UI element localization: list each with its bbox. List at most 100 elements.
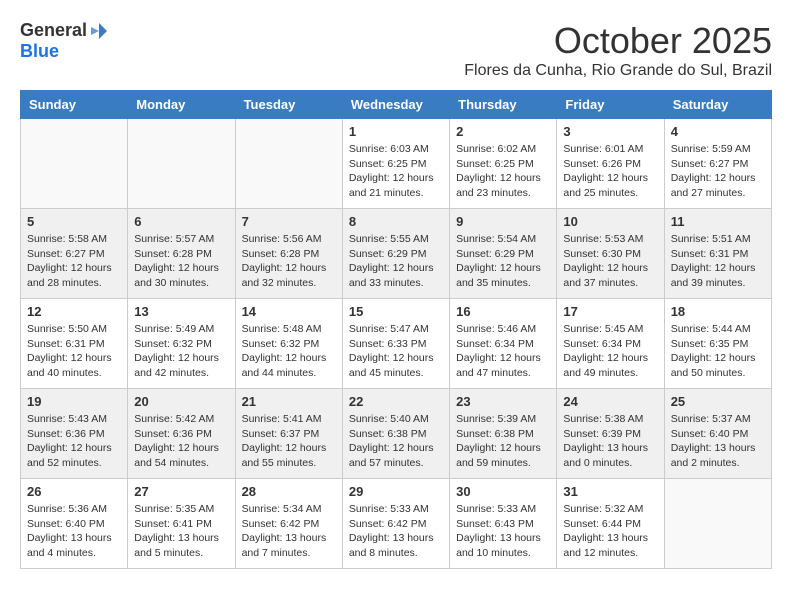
day-number: 18 [671,304,765,319]
day-info: Sunrise: 5:34 AM Sunset: 6:42 PM Dayligh… [242,502,336,561]
weekday-header-saturday: Saturday [664,91,771,119]
day-info: Sunrise: 5:43 AM Sunset: 6:36 PM Dayligh… [27,412,121,471]
day-number: 14 [242,304,336,319]
title-section: October 2025 Flores da Cunha, Rio Grande… [464,20,772,80]
day-number: 12 [27,304,121,319]
day-number: 27 [134,484,228,499]
day-info: Sunrise: 5:48 AM Sunset: 6:32 PM Dayligh… [242,322,336,381]
day-info: Sunrise: 5:57 AM Sunset: 6:28 PM Dayligh… [134,232,228,291]
month-title: October 2025 [464,20,772,62]
day-info: Sunrise: 5:49 AM Sunset: 6:32 PM Dayligh… [134,322,228,381]
day-info: Sunrise: 5:55 AM Sunset: 6:29 PM Dayligh… [349,232,443,291]
day-info: Sunrise: 5:33 AM Sunset: 6:43 PM Dayligh… [456,502,550,561]
day-info: Sunrise: 5:33 AM Sunset: 6:42 PM Dayligh… [349,502,443,561]
calendar-day-cell: 14 Sunrise: 5:48 AM Sunset: 6:32 PM Dayli… [235,299,342,389]
day-info: Sunrise: 5:37 AM Sunset: 6:40 PM Dayligh… [671,412,765,471]
day-number: 23 [456,394,550,409]
day-number: 9 [456,214,550,229]
weekday-header-row: SundayMondayTuesdayWednesdayThursdayFrid… [21,91,772,119]
day-info: Sunrise: 5:35 AM Sunset: 6:41 PM Dayligh… [134,502,228,561]
day-info: Sunrise: 6:01 AM Sunset: 6:26 PM Dayligh… [563,142,657,201]
calendar-day-cell: 17 Sunrise: 5:45 AM Sunset: 6:34 PM Dayli… [557,299,664,389]
day-number: 5 [27,214,121,229]
calendar-day-cell: 1 Sunrise: 6:03 AM Sunset: 6:25 PM Daylig… [342,119,449,209]
day-info: Sunrise: 5:41 AM Sunset: 6:37 PM Dayligh… [242,412,336,471]
calendar-day-cell: 23 Sunrise: 5:39 AM Sunset: 6:38 PM Dayli… [450,389,557,479]
logo: General Blue [20,20,109,62]
day-info: Sunrise: 5:51 AM Sunset: 6:31 PM Dayligh… [671,232,765,291]
calendar-day-cell: 26 Sunrise: 5:36 AM Sunset: 6:40 PM Dayli… [21,479,128,569]
calendar-day-cell: 5 Sunrise: 5:58 AM Sunset: 6:27 PM Daylig… [21,209,128,299]
day-info: Sunrise: 5:47 AM Sunset: 6:33 PM Dayligh… [349,322,443,381]
day-number: 31 [563,484,657,499]
calendar-week-row: 19 Sunrise: 5:43 AM Sunset: 6:36 PM Dayli… [21,389,772,479]
calendar-day-cell: 11 Sunrise: 5:51 AM Sunset: 6:31 PM Dayli… [664,209,771,299]
day-number: 25 [671,394,765,409]
calendar-day-cell [128,119,235,209]
day-number: 7 [242,214,336,229]
day-info: Sunrise: 6:03 AM Sunset: 6:25 PM Dayligh… [349,142,443,201]
calendar-day-cell: 24 Sunrise: 5:38 AM Sunset: 6:39 PM Dayli… [557,389,664,479]
day-number: 11 [671,214,765,229]
day-info: Sunrise: 5:59 AM Sunset: 6:27 PM Dayligh… [671,142,765,201]
calendar-day-cell: 13Sunrise: 5:49 AM Sunset: 6:32 PM Dayli… [128,299,235,389]
calendar-day-cell: 7 Sunrise: 5:56 AM Sunset: 6:28 PM Daylig… [235,209,342,299]
day-info: Sunrise: 6:02 AM Sunset: 6:25 PM Dayligh… [456,142,550,201]
logo-general-text: General [20,20,87,41]
weekday-header-wednesday: Wednesday [342,91,449,119]
day-info: Sunrise: 5:39 AM Sunset: 6:38 PM Dayligh… [456,412,550,471]
calendar-week-row: 5 Sunrise: 5:58 AM Sunset: 6:27 PM Daylig… [21,209,772,299]
calendar-day-cell: 20Sunrise: 5:42 AM Sunset: 6:36 PM Dayli… [128,389,235,479]
calendar-day-cell: 27 Sunrise: 5:35 AM Sunset: 6:41 PM Dayli… [128,479,235,569]
day-info: Sunrise: 5:42 AM Sunset: 6:36 PM Dayligh… [134,412,228,471]
calendar-day-cell [21,119,128,209]
day-number: 29 [349,484,443,499]
calendar-day-cell: 22Sunrise: 5:40 AM Sunset: 6:38 PM Dayli… [342,389,449,479]
day-info: Sunrise: 5:50 AM Sunset: 6:31 PM Dayligh… [27,322,121,381]
day-info: Sunrise: 5:56 AM Sunset: 6:28 PM Dayligh… [242,232,336,291]
calendar-day-cell: 10 Sunrise: 5:53 AM Sunset: 6:30 PM Dayli… [557,209,664,299]
calendar-day-cell: 6 Sunrise: 5:57 AM Sunset: 6:28 PM Daylig… [128,209,235,299]
calendar-day-cell: 9Sunrise: 5:54 AM Sunset: 6:29 PM Daylig… [450,209,557,299]
day-number: 2 [456,124,550,139]
calendar-day-cell: 12 Sunrise: 5:50 AM Sunset: 6:31 PM Dayli… [21,299,128,389]
page-header: General Blue October 2025 Flores da Cunh… [20,20,772,80]
calendar-week-row: 12 Sunrise: 5:50 AM Sunset: 6:31 PM Dayli… [21,299,772,389]
weekday-header-sunday: Sunday [21,91,128,119]
day-number: 26 [27,484,121,499]
day-number: 17 [563,304,657,319]
calendar-week-row: 26 Sunrise: 5:36 AM Sunset: 6:40 PM Dayli… [21,479,772,569]
calendar-day-cell: 8 Sunrise: 5:55 AM Sunset: 6:29 PM Daylig… [342,209,449,299]
day-number: 8 [349,214,443,229]
day-info: Sunrise: 5:38 AM Sunset: 6:39 PM Dayligh… [563,412,657,471]
day-number: 6 [134,214,228,229]
day-info: Sunrise: 5:36 AM Sunset: 6:40 PM Dayligh… [27,502,121,561]
calendar-table: SundayMondayTuesdayWednesdayThursdayFrid… [20,90,772,569]
day-number: 4 [671,124,765,139]
day-number: 24 [563,394,657,409]
day-info: Sunrise: 5:46 AM Sunset: 6:34 PM Dayligh… [456,322,550,381]
logo-icon [89,21,109,41]
day-number: 3 [563,124,657,139]
calendar-week-row: 1 Sunrise: 6:03 AM Sunset: 6:25 PM Daylig… [21,119,772,209]
day-number: 30 [456,484,550,499]
day-number: 21 [242,394,336,409]
day-info: Sunrise: 5:58 AM Sunset: 6:27 PM Dayligh… [27,232,121,291]
location-text: Flores da Cunha, Rio Grande do Sul, Braz… [464,62,772,80]
day-number: 15 [349,304,443,319]
day-number: 19 [27,394,121,409]
calendar-day-cell: 16Sunrise: 5:46 AM Sunset: 6:34 PM Dayli… [450,299,557,389]
day-info: Sunrise: 5:45 AM Sunset: 6:34 PM Dayligh… [563,322,657,381]
calendar-day-cell: 25 Sunrise: 5:37 AM Sunset: 6:40 PM Dayli… [664,389,771,479]
calendar-day-cell: 28Sunrise: 5:34 AM Sunset: 6:42 PM Dayli… [235,479,342,569]
calendar-day-cell: 15 Sunrise: 5:47 AM Sunset: 6:33 PM Dayli… [342,299,449,389]
day-number: 10 [563,214,657,229]
calendar-day-cell: 18Sunrise: 5:44 AM Sunset: 6:35 PM Dayli… [664,299,771,389]
day-number: 1 [349,124,443,139]
weekday-header-tuesday: Tuesday [235,91,342,119]
calendar-day-cell: 4 Sunrise: 5:59 AM Sunset: 6:27 PM Daylig… [664,119,771,209]
calendar-day-cell: 2 Sunrise: 6:02 AM Sunset: 6:25 PM Daylig… [450,119,557,209]
day-info: Sunrise: 5:53 AM Sunset: 6:30 PM Dayligh… [563,232,657,291]
weekday-header-friday: Friday [557,91,664,119]
calendar-day-cell: 30 Sunrise: 5:33 AM Sunset: 6:43 PM Dayli… [450,479,557,569]
